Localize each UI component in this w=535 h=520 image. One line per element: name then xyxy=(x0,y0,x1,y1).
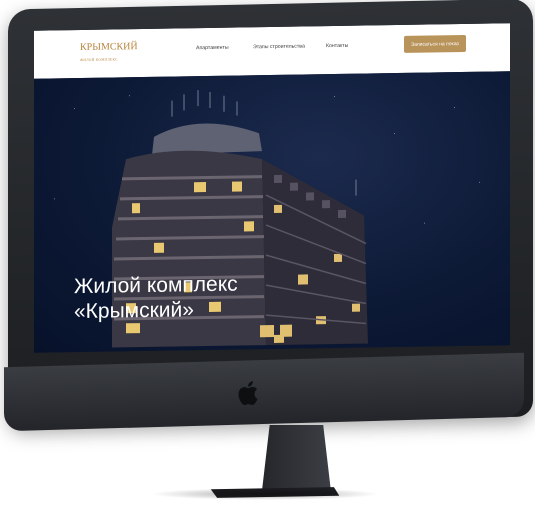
hero-section: Жилой комплекс «Крымский» xyxy=(34,71,510,353)
desktop-mockup: КРЫМСКИЙ ЖИЛОЙ КОМПЛЕКС Апартаменты Этап… xyxy=(0,0,535,520)
nav-apartments[interactable]: Апартаменты xyxy=(196,45,229,52)
apple-logo-icon xyxy=(238,381,258,406)
nav-construction-stages[interactable]: Этапы строительства xyxy=(253,43,305,50)
logo-tagline: ЖИЛОЙ КОМПЛЕКС xyxy=(80,57,118,63)
logo-name: КРЫМСКИЙ xyxy=(80,41,138,54)
book-showing-button[interactable]: Записаться на показ xyxy=(404,34,466,53)
hero-title-line-1: Жилой комплекс xyxy=(74,272,238,299)
hero-title: Жилой комплекс «Крымский» xyxy=(74,272,238,325)
website-screen: КРЫМСКИЙ ЖИЛОЙ КОМПЛЕКС Апартаменты Этап… xyxy=(34,23,510,353)
monitor-chin xyxy=(4,352,524,432)
hero-title-line-2: «Крымский» xyxy=(74,298,194,324)
site-header: КРЫМСКИЙ ЖИЛОЙ КОМПЛЕКС Апартаменты Этап… xyxy=(34,23,510,79)
site-logo[interactable]: КРЫМСКИЙ ЖИЛОЙ КОМПЛЕКС xyxy=(80,41,138,65)
stand-shadow xyxy=(150,488,380,500)
nav-contacts[interactable]: Контакты xyxy=(326,43,348,49)
